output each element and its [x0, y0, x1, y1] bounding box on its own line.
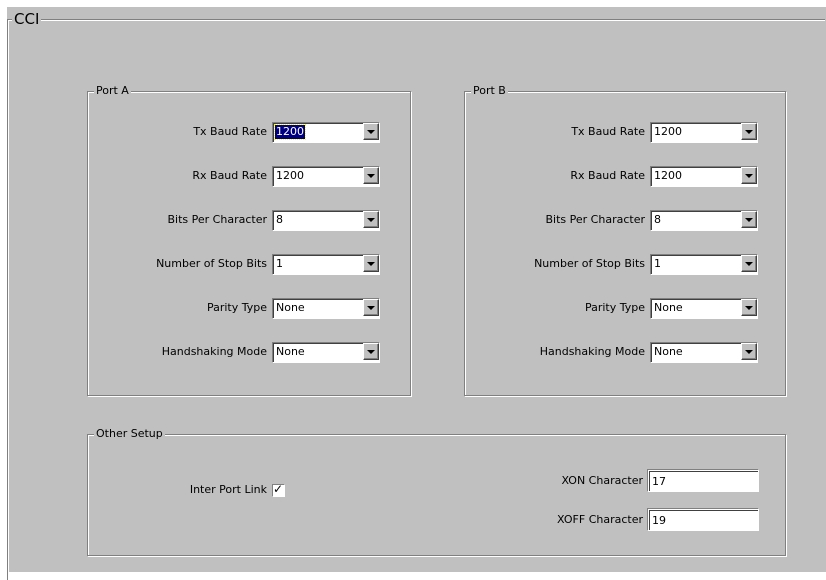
dropdown-button[interactable]: [363, 167, 379, 184]
port-b-handshaking-mode-dropdown[interactable]: None: [650, 342, 758, 363]
port-a-handshaking-mode-dropdown[interactable]: None: [272, 342, 380, 363]
xoff-character-field: [647, 508, 759, 531]
port-b-rx-baud-rate-label: Rx Baud Rate: [570, 169, 645, 182]
dropdown-button[interactable]: [363, 123, 379, 140]
xon-character-input[interactable]: [649, 471, 758, 491]
port-a-stop-bits-dropdown[interactable]: 1: [272, 254, 380, 275]
dropdown-button[interactable]: [741, 211, 757, 228]
port-b-handshaking-mode-label: Handshaking Mode: [539, 345, 645, 358]
chevron-down-icon: [367, 350, 375, 354]
port-b-tx-baud-rate-label: Tx Baud Rate: [571, 125, 645, 138]
dropdown-button[interactable]: [741, 299, 757, 316]
dropdown-button[interactable]: [741, 343, 757, 360]
checkmark-icon: ✓: [273, 482, 284, 496]
dropdown-button[interactable]: [741, 167, 757, 184]
port-a-tx-baud-rate-value: 1200: [274, 124, 306, 140]
port-b-tx-baud-rate-value: 1200: [654, 125, 682, 138]
cci-group-title: CCI: [12, 10, 42, 28]
chevron-down-icon: [745, 262, 753, 266]
port-a-handshaking-mode-value: None: [276, 345, 305, 358]
dropdown-button[interactable]: [363, 343, 379, 360]
inter-port-link-checkbox[interactable]: ✓: [272, 482, 285, 497]
xon-character-label: XON Character: [561, 474, 643, 487]
port-b-stop-bits-dropdown[interactable]: 1: [650, 254, 758, 275]
dropdown-button[interactable]: [363, 211, 379, 228]
chevron-down-icon: [745, 306, 753, 310]
chevron-down-icon: [745, 174, 753, 178]
port-a-bits-per-character-value: 8: [276, 213, 283, 226]
other-setup-group-title: Other Setup: [94, 427, 165, 441]
port-b-rx-baud-rate-value: 1200: [654, 169, 682, 182]
port-a-parity-type-dropdown[interactable]: None: [272, 298, 380, 319]
port-b-parity-type-dropdown[interactable]: None: [650, 298, 758, 319]
port-b-group-title: Port B: [471, 84, 508, 98]
chevron-down-icon: [367, 262, 375, 266]
port-a-bits-per-character-dropdown[interactable]: 8: [272, 210, 380, 231]
inter-port-link-label: Inter Port Link: [189, 483, 267, 496]
chevron-down-icon: [367, 218, 375, 222]
xon-character-field: [647, 469, 759, 492]
chevron-down-icon: [367, 306, 375, 310]
dropdown-button[interactable]: [741, 255, 757, 272]
port-b-bits-per-character-dropdown[interactable]: 8: [650, 210, 758, 231]
chevron-down-icon: [367, 130, 375, 134]
port-b-stop-bits-value: 1: [654, 257, 661, 270]
port-a-stop-bits-value: 1: [276, 257, 283, 270]
port-a-tx-baud-rate-dropdown[interactable]: 1200: [272, 122, 380, 143]
dropdown-button[interactable]: [741, 123, 757, 140]
port-a-rx-baud-rate-dropdown[interactable]: 1200: [272, 166, 380, 187]
port-a-stop-bits-label: Number of Stop Bits: [156, 257, 267, 270]
port-b-handshaking-mode-value: None: [654, 345, 683, 358]
cci-panel: CCI Port A Port B Tx Baud Rate 1200 Rx B…: [7, 7, 826, 580]
dropdown-button[interactable]: [363, 299, 379, 316]
port-b-bits-per-character-value: 8: [654, 213, 661, 226]
port-b-parity-type-value: None: [654, 301, 683, 314]
dropdown-button[interactable]: [363, 255, 379, 272]
port-a-group-title: Port A: [94, 84, 131, 98]
chevron-down-icon: [745, 350, 753, 354]
chevron-down-icon: [745, 130, 753, 134]
port-b-bits-per-character-label: Bits Per Character: [545, 213, 645, 226]
port-b-parity-type-label: Parity Type: [584, 301, 645, 314]
port-b-tx-baud-rate-dropdown[interactable]: 1200: [650, 122, 758, 143]
port-b-stop-bits-label: Number of Stop Bits: [534, 257, 645, 270]
port-a-handshaking-mode-label: Handshaking Mode: [161, 345, 267, 358]
chevron-down-icon: [745, 218, 753, 222]
port-a-parity-type-value: None: [276, 301, 305, 314]
port-a-tx-baud-rate-label: Tx Baud Rate: [193, 125, 267, 138]
port-a-rx-baud-rate-value: 1200: [276, 169, 304, 182]
xoff-character-label: XOFF Character: [557, 513, 643, 526]
port-a-rx-baud-rate-label: Rx Baud Rate: [192, 169, 267, 182]
port-b-rx-baud-rate-dropdown[interactable]: 1200: [650, 166, 758, 187]
port-a-bits-per-character-label: Bits Per Character: [167, 213, 267, 226]
chevron-down-icon: [367, 174, 375, 178]
xoff-character-input[interactable]: [649, 510, 758, 530]
port-a-parity-type-label: Parity Type: [206, 301, 267, 314]
